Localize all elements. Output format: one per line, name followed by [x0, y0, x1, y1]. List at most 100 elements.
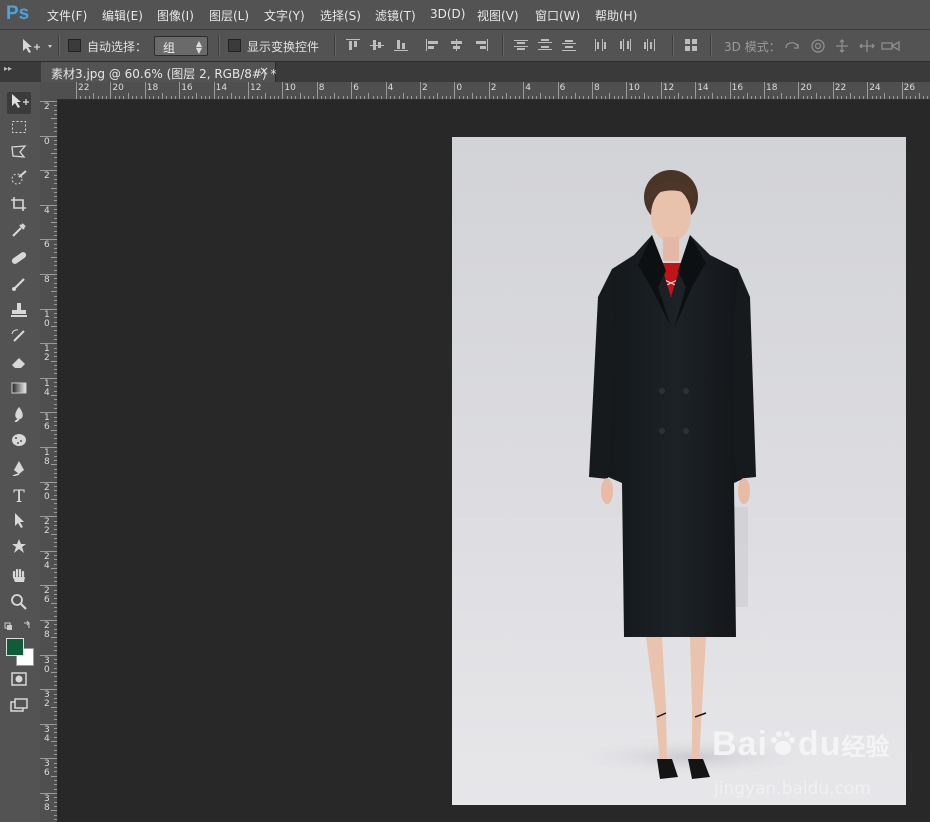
collapse-panel-icon[interactable]: ▸▸	[4, 64, 12, 73]
blur-tool-icon[interactable]	[7, 406, 31, 428]
ruler-tick	[781, 93, 783, 99]
align-hcenter-icon[interactable]	[450, 39, 464, 51]
ruler-tick	[54, 684, 57, 686]
move-tool-icon[interactable]	[7, 92, 31, 114]
ruler-tick	[54, 784, 57, 786]
auto-select-checkbox[interactable]	[68, 39, 81, 52]
3d-scale-icon	[881, 40, 900, 52]
history-brush-tool-icon[interactable]	[7, 328, 31, 350]
align-right-icon[interactable]	[474, 39, 488, 51]
ruler-tick	[415, 96, 417, 99]
ruler-label: 22	[78, 83, 90, 93]
ruler-tick	[54, 507, 57, 509]
menu-window[interactable]: 窗口(W)	[535, 7, 580, 24]
ruler-tick	[54, 174, 57, 176]
distribute-vcenter-icon[interactable]	[538, 39, 552, 51]
menu-help[interactable]: 帮助(H)	[595, 7, 637, 24]
separator	[502, 35, 504, 56]
move-tool-preset-icon[interactable]	[20, 37, 56, 55]
ruler-tick	[54, 200, 57, 202]
quick-select-tool-icon[interactable]	[7, 170, 31, 192]
ruler-tick	[235, 96, 237, 99]
eraser-tool-icon[interactable]	[7, 354, 31, 376]
align-left-icon[interactable]	[426, 39, 440, 51]
ruler-tick	[40, 308, 57, 310]
distribute-right-icon[interactable]	[642, 39, 656, 51]
align-top-icon[interactable]	[346, 39, 360, 51]
brush-tool-icon[interactable]	[7, 276, 31, 298]
color-swap-icons[interactable]	[4, 620, 36, 632]
menu-file[interactable]: 文件(F)	[47, 7, 87, 24]
path-select-tool-icon[interactable]	[7, 512, 31, 534]
ruler-tick	[54, 607, 57, 609]
ruler-tick	[471, 93, 473, 99]
show-transform-checkbox[interactable]	[228, 39, 241, 52]
ruler-tick	[54, 213, 57, 215]
ruler-tick	[282, 82, 284, 99]
ruler-tick	[54, 338, 57, 340]
show-transform-label: 显示变换控件	[247, 40, 320, 54]
ruler-label: 4	[44, 205, 50, 216]
ruler-tick	[635, 96, 636, 99]
ruler-tick	[402, 93, 404, 99]
quick-mask-icon[interactable]	[7, 671, 31, 693]
vertical-ruler[interactable]: 202468101214161820222426283032343638	[40, 99, 58, 822]
auto-align-icon[interactable]	[684, 39, 698, 51]
close-icon[interactable]: ×	[259, 64, 269, 78]
ruler-tick	[205, 96, 206, 99]
align-vcenter-icon[interactable]	[370, 39, 384, 51]
ruler-tick	[54, 537, 57, 539]
ruler-tick	[604, 96, 606, 99]
ruler-tick	[463, 96, 464, 99]
ruler-label: 4	[525, 83, 531, 93]
ruler-tick	[269, 96, 271, 99]
document-image[interactable]	[452, 137, 906, 805]
shape-tool-icon[interactable]	[7, 538, 31, 560]
pen-tool-icon[interactable]	[7, 460, 31, 482]
ruler-tick	[493, 96, 495, 99]
ruler-tick	[40, 101, 57, 102]
ruler-label: 14	[697, 83, 709, 93]
menu-image[interactable]: 图像(I)	[157, 7, 194, 24]
align-bottom-icon[interactable]	[394, 39, 408, 51]
ruler-tick	[54, 248, 57, 250]
distribute-left-icon[interactable]	[594, 39, 608, 51]
hand-tool-icon[interactable]	[7, 568, 31, 590]
menu-type[interactable]: 文字(Y)	[264, 7, 305, 24]
distribute-bottom-icon[interactable]	[562, 39, 576, 51]
menu-filter[interactable]: 滤镜(T)	[375, 7, 416, 24]
ruler-tick	[252, 96, 254, 99]
crop-tool-icon[interactable]	[7, 196, 31, 218]
ruler-tick	[411, 96, 413, 99]
foreground-color-swatch[interactable]	[6, 638, 24, 656]
menu-select[interactable]: 选择(S)	[320, 7, 361, 24]
zoom-tool-icon[interactable]	[7, 594, 31, 616]
ruler-tick	[54, 542, 57, 544]
ruler-tick	[626, 82, 628, 99]
ruler-tick	[914, 96, 916, 99]
menu-3d[interactable]: 3D(D)	[430, 7, 465, 21]
menu-edit[interactable]: 编辑(E)	[102, 7, 143, 24]
menu-view[interactable]: 视图(V)	[477, 7, 519, 24]
type-tool-icon[interactable]: T	[7, 486, 31, 508]
auto-select-dropdown[interactable]: 组 ▲ ▼	[154, 36, 208, 56]
marquee-tool-icon[interactable]	[7, 118, 31, 140]
lasso-tool-icon[interactable]	[7, 144, 31, 166]
ruler-label: 12	[250, 83, 262, 93]
horizontal-ruler[interactable]: 22 20 18 16 14 12 10 8 6 4 2 0 2 4 6 8 10 12 14 16 18 20 22 24 2…	[40, 82, 930, 100]
sponge-tool-icon[interactable]	[7, 432, 31, 454]
screen-mode-icon[interactable]	[7, 697, 31, 719]
document-tab[interactable]: 素材3.jpg @ 60.6% (图层 2, RGB/8#) * ×	[41, 62, 276, 82]
menu-layer[interactable]: 图层(L)	[209, 7, 249, 24]
clone-stamp-tool-icon[interactable]	[7, 302, 31, 324]
distribute-hcenter-icon[interactable]	[618, 39, 632, 51]
ruler-tick	[54, 386, 57, 388]
eyedropper-tool-icon[interactable]	[7, 222, 31, 244]
ruler-tick	[557, 82, 559, 99]
distribute-top-icon[interactable]	[514, 39, 528, 51]
healing-brush-tool-icon[interactable]	[7, 250, 31, 272]
ruler-tick	[875, 96, 877, 99]
ruler-tick	[273, 96, 275, 99]
ruler-tick	[54, 226, 57, 228]
gradient-tool-icon[interactable]	[7, 380, 31, 402]
